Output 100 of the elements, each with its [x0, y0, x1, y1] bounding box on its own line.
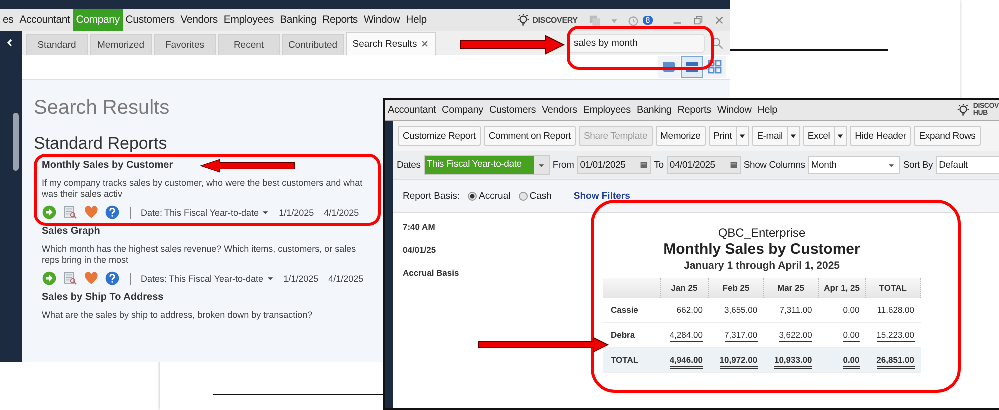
caret-icon	[739, 132, 746, 140]
report-title[interactable]: Monthly Sales by Customer	[42, 160, 174, 171]
tab[interactable]: Standard	[26, 34, 88, 55]
calendar-icon[interactable]	[640, 161, 648, 169]
caret-icon	[262, 209, 270, 216]
menu-item[interactable]: Help	[403, 9, 430, 31]
tab[interactable]: Search Results	[346, 32, 436, 55]
column-header: Jan 25	[671, 283, 698, 293]
report-title[interactable]: Sales Graph	[42, 226, 100, 237]
help-icon[interactable]	[105, 271, 120, 286]
toolbar-button[interactable]: Memorize	[656, 126, 706, 146]
view-mode-button[interactable]	[704, 56, 726, 78]
sort-dropdown[interactable]: Default	[936, 156, 999, 174]
table-cell: 0.00	[843, 355, 860, 369]
run-report-icon[interactable]	[42, 205, 57, 220]
lightbulb-icon[interactable]	[956, 102, 972, 118]
menu-item[interactable]: Vendors	[178, 9, 221, 31]
date-range-dropdown[interactable]: This Fiscal Year-to-date	[169, 274, 274, 284]
run-report-icon[interactable]	[42, 271, 57, 286]
menu-item[interactable]: Vendors	[539, 104, 580, 116]
menu-item[interactable]: Banking	[277, 9, 320, 31]
table-cell: 10,933.00	[774, 355, 812, 369]
date-label: Dates:	[141, 274, 168, 284]
menu-item[interactable]: Customers	[122, 9, 178, 31]
menu-item[interactable]: Help	[754, 104, 780, 116]
menu-item[interactable]: Employees	[220, 9, 278, 31]
report-title[interactable]: Sales by Ship To Address	[42, 292, 164, 303]
report-period: January 1 through April 1, 2025	[684, 260, 840, 272]
date-label: Date:	[141, 208, 163, 218]
toolbar-button[interactable]: Print	[708, 126, 736, 146]
dropdown-button[interactable]	[736, 126, 750, 146]
report-description: If my company tracks sales by customer, who were the best customers and what was their sales activ	[42, 178, 364, 200]
date-range-dropdown[interactable]: This Fiscal Year-to-date	[164, 208, 270, 218]
calendar-icon[interactable]	[730, 161, 738, 169]
menu-item[interactable]: es	[0, 9, 17, 31]
show-filters-link[interactable]: Show Filters	[574, 190, 630, 202]
toolbar-button[interactable]: Expand Rows	[914, 126, 981, 146]
table-cell: 7,311.00	[780, 305, 812, 316]
table-cell: 15,223.00	[876, 330, 914, 342]
date-field[interactable]: 01/01/2025	[577, 156, 652, 174]
row-label: Cassie	[611, 305, 638, 315]
preview-icon[interactable]	[63, 271, 78, 286]
toolbar-button[interactable]: Comment on Report	[484, 126, 576, 146]
tab[interactable]: Memorized	[90, 34, 152, 55]
windows-icon[interactable]	[588, 14, 602, 26]
restore-icon[interactable]	[693, 14, 704, 26]
search-field[interactable]: sales by month	[567, 34, 705, 52]
menu-item[interactable]: Company	[439, 104, 486, 116]
menu-item[interactable]: Banking	[634, 104, 675, 116]
chevron-left-icon[interactable]	[5, 38, 15, 48]
date-to: 4/1/2025	[328, 274, 364, 284]
tab[interactable]: Recent	[218, 34, 280, 55]
search-icon[interactable]	[711, 36, 724, 50]
help-icon[interactable]	[105, 205, 120, 220]
lightbulb-icon[interactable]	[516, 12, 531, 28]
dropdown-button[interactable]	[834, 126, 848, 146]
row-label: TOTAL	[611, 355, 639, 365]
heart-icon[interactable]	[84, 205, 99, 220]
toolbar-button[interactable]: Customize Report	[398, 126, 481, 146]
discovery-hub-label[interactable]: DISCOVERY	[532, 16, 578, 24]
heart-icon[interactable]	[84, 271, 99, 286]
table-cell: 662.00	[676, 305, 703, 316]
menu-item[interactable]: Accountant	[16, 9, 74, 31]
tab[interactable]: Favorites	[154, 34, 216, 55]
caret-icon	[837, 132, 844, 140]
field-label: From	[552, 160, 574, 170]
scrollbar[interactable]	[13, 113, 19, 171]
dropdown-button[interactable]	[786, 126, 800, 146]
menu-item[interactable]: Reports	[320, 9, 361, 31]
preview-icon[interactable]	[63, 205, 78, 220]
alarm-clock-icon[interactable]	[626, 14, 640, 26]
section-heading: Standard Reports	[34, 134, 168, 154]
radio-option[interactable]: Cash	[518, 190, 552, 202]
menu-item[interactable]: Accountant	[385, 104, 440, 116]
date-from: 1/1/2025	[279, 208, 314, 218]
table-cell: 3,655.00	[724, 305, 758, 316]
report-description: Which month has the highest sales revenue? Which items, customers, or sales reps bring in the most	[42, 244, 358, 266]
field-label: Show Columns	[744, 160, 806, 170]
radio-option[interactable]: Accrual	[468, 190, 511, 202]
column-header: Mar 25	[777, 283, 804, 293]
table-cell: 0.00	[843, 305, 860, 316]
menu-item[interactable]: Employees	[580, 104, 634, 116]
menu-item[interactable]: Window	[360, 9, 404, 31]
menu-item[interactable]: Reports	[674, 104, 714, 116]
toolbar-button[interactable]: Excel	[802, 126, 834, 146]
close-icon[interactable]	[714, 14, 725, 26]
field-label: Dates	[397, 160, 421, 170]
toolbar-button[interactable]: E-mail	[752, 126, 787, 146]
columns-dropdown[interactable]: Month	[808, 156, 900, 174]
table-cell: 7,317.00	[724, 330, 758, 342]
date-field[interactable]: 04/01/2025	[666, 156, 741, 174]
field-label: Report Basis:	[403, 190, 460, 202]
close-icon[interactable]	[421, 40, 430, 48]
row-label: Debra	[611, 330, 636, 340]
menu-item[interactable]: Window	[714, 104, 755, 116]
menu-item[interactable]: Customers	[486, 104, 539, 116]
toolbar-button[interactable]: Hide Header	[850, 126, 912, 146]
tab[interactable]: Contributed	[282, 34, 344, 55]
report-title: Monthly Sales by Customer	[664, 241, 860, 258]
caret-icon	[790, 132, 797, 140]
